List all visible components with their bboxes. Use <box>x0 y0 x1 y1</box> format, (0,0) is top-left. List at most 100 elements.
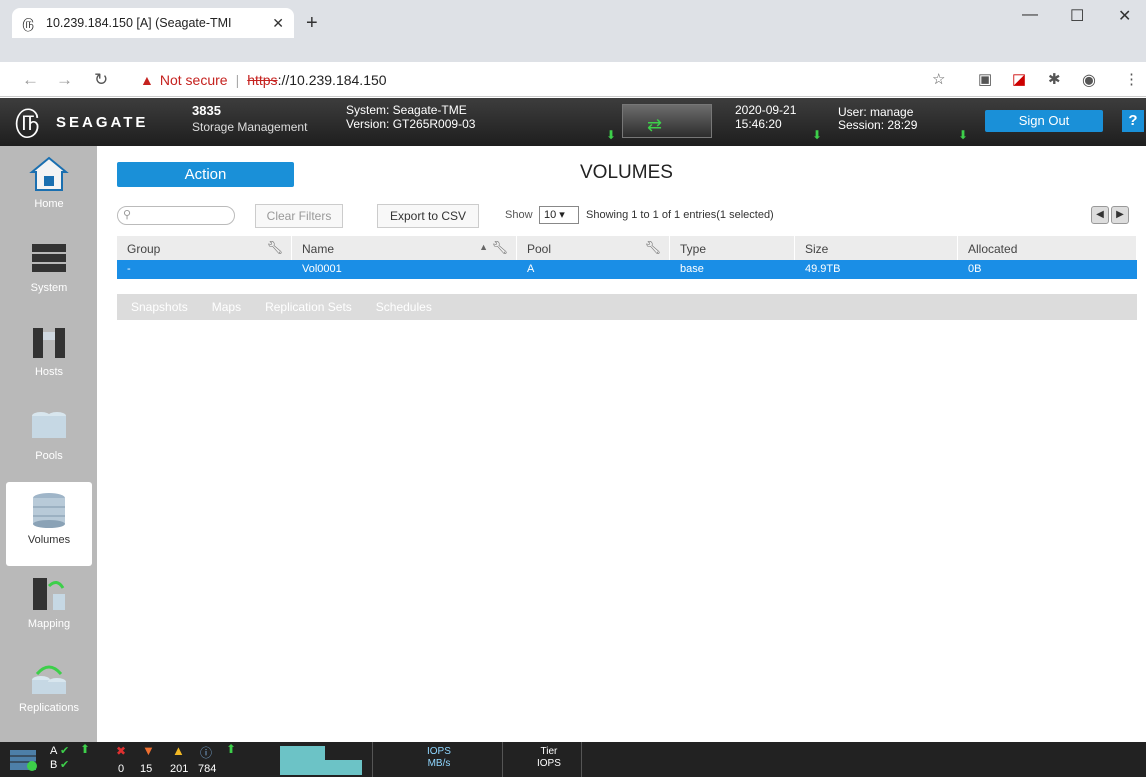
iops-panel[interactable]: IOPS MB/s <box>372 742 502 777</box>
sidebar-item-mapping[interactable]: Mapping <box>6 566 92 650</box>
firmware-version: Version: GT265R009-03 <box>346 117 476 131</box>
home-icon <box>29 156 69 191</box>
info-icon[interactable]: ⓘ <box>200 744 212 761</box>
filter-wrench-icon[interactable]: 🔧︎ <box>266 240 283 256</box>
status-bar: A B ✔ ✔ ⬆ ✖ 0 ▼ 15 ▲ 201 ⓘ 784 ⬆ IOPS MB… <box>0 742 1146 777</box>
sidebar-item-pools[interactable]: Pools <box>6 398 92 482</box>
enclosure-status-icon[interactable] <box>10 748 40 772</box>
action-button[interactable]: Action <box>117 162 294 187</box>
date-time[interactable]: 2020-09-21 15:46:20 <box>735 103 796 131</box>
url-scheme: https <box>247 72 278 88</box>
sidebar-item-label: Home <box>34 198 64 210</box>
profile-icon[interactable]: ◉ <box>1082 70 1096 90</box>
table-row[interactable]: - Vol0001 A base 49.9TB 0B <box>117 260 1137 279</box>
filter-wrench-icon[interactable]: 🔧︎ <box>644 240 661 256</box>
page-title: VOLUMES <box>580 162 673 183</box>
warning-icon: ▲ <box>140 72 154 88</box>
close-tab-icon[interactable]: ✕ <box>272 15 284 32</box>
controller-b-ok-icon[interactable]: ✔ <box>60 758 69 771</box>
detail-tabs: Snapshots Maps Replication Sets Schedule… <box>117 294 1137 320</box>
tab-maps[interactable]: Maps <box>212 300 241 314</box>
volumes-icon <box>33 493 65 528</box>
pager: ◀ ▶ <box>1091 206 1131 224</box>
new-tab-button[interactable]: + <box>306 12 318 35</box>
column-header-size[interactable]: Size <box>795 236 958 260</box>
menu-kebab-icon[interactable]: ⋮ <box>1124 70 1139 88</box>
cell-name: Vol0001 <box>302 263 342 275</box>
sidebar-item-system[interactable]: System <box>6 230 92 314</box>
close-window-button[interactable]: ✕ <box>1118 6 1131 26</box>
time: 15:46:20 <box>735 117 782 131</box>
tier-iops-panel[interactable]: Tier IOPS <box>502 742 582 777</box>
sidebar-item-volumes[interactable]: Volumes <box>6 482 92 566</box>
critical-icon[interactable]: ▼ <box>142 743 155 758</box>
sidebar-item-label: Volumes <box>27 534 71 546</box>
sidebar: Home System Hosts Pools Volumes Mapping … <box>0 146 97 742</box>
user-info[interactable]: User: manage Session: 28:29 <box>838 106 917 132</box>
user-dropdown-icon[interactable]: ⬇ <box>958 128 968 142</box>
cell-group: - <box>127 263 131 275</box>
sidebar-item-home[interactable]: Home <box>6 146 92 230</box>
column-header-pool[interactable]: Pool 🔧︎ <box>517 236 670 260</box>
capacity-chart[interactable] <box>280 744 362 775</box>
system-info[interactable]: System: Seagate-TME Version: GT265R009-0… <box>346 103 475 131</box>
sidebar-item-replications[interactable]: Replications <box>6 650 92 734</box>
sidebar-item-hosts[interactable]: Hosts <box>6 314 92 398</box>
volumes-table: Group 🔧︎ Name ▲ 🔧︎ Pool 🔧︎ Type Size All… <box>117 236 1137 279</box>
bookmark-star-icon[interactable]: ☆ <box>932 70 945 88</box>
controller-b-label: B <box>50 759 58 771</box>
sign-out-button[interactable]: Sign Out <box>985 110 1103 132</box>
tab-title: 10.239.184.150 [A] (Seagate-TMI <box>46 16 232 30</box>
app-header: ௫ SEAGATE 3835 Storage Management System… <box>0 98 1146 146</box>
info-count: 784 <box>198 763 217 775</box>
hosts-icon <box>33 328 65 358</box>
sort-ascending-icon: ▲ <box>479 242 488 252</box>
warning-count: 201 <box>170 763 189 775</box>
browser-tabbar: ௫ 10.239.184.150 [A] (Seagate-TMI ✕ + — … <box>0 0 1146 62</box>
column-header-group[interactable]: Group 🔧︎ <box>117 236 292 260</box>
tab-schedules[interactable]: Schedules <box>376 300 432 314</box>
forward-icon[interactable]: → <box>56 70 73 90</box>
seagate-logo-icon: ௫ <box>14 104 41 137</box>
pocket-extension-icon[interactable]: ▣ <box>978 70 992 88</box>
not-secure-label[interactable]: Not secure <box>160 72 228 88</box>
next-page-icon[interactable]: ▶ <box>1111 206 1129 224</box>
system-dropdown-icon[interactable]: ⬇ <box>606 128 616 142</box>
column-header-name[interactable]: Name ▲ 🔧︎ <box>292 236 517 260</box>
tab-replication-sets[interactable]: Replication Sets <box>265 300 352 314</box>
cell-pool: A <box>527 263 535 275</box>
enclosure-image[interactable]: ⇄ <box>622 104 712 138</box>
capacity-bar-2 <box>325 760 362 775</box>
pdf-extension-icon[interactable]: ◪ <box>1012 70 1026 88</box>
maximize-button[interactable]: ☐ <box>1070 6 1084 26</box>
replications-icon <box>32 665 66 694</box>
tab-snapshots[interactable]: Snapshots <box>131 300 188 314</box>
error-icon[interactable]: ✖ <box>116 744 126 758</box>
previous-page-icon[interactable]: ◀ <box>1091 206 1109 224</box>
show-label: Show <box>505 209 533 221</box>
reload-icon[interactable]: ↻ <box>94 70 108 90</box>
search-input[interactable]: ⚲ <box>117 206 235 225</box>
main-panel: Action VOLUMES ⚲ Clear Filters Export to… <box>97 146 1146 742</box>
cell-size: 49.9TB <box>805 263 841 275</box>
system-enclosure-icon <box>32 244 66 272</box>
pools-icon <box>32 412 66 438</box>
column-header-allocated[interactable]: Allocated <box>958 236 1137 260</box>
minimize-button[interactable]: — <box>1022 6 1038 24</box>
error-count: 0 <box>118 763 125 775</box>
controller-a-ok-icon[interactable]: ✔ <box>60 744 69 757</box>
warning-icon[interactable]: ▲ <box>172 743 185 758</box>
back-icon[interactable]: ← <box>22 70 39 90</box>
url-field[interactable]: ▲ Not secure | https ://10.239.184.150 <box>140 68 960 92</box>
export-csv-button[interactable]: Export to CSV <box>377 204 479 228</box>
browser-tab[interactable]: ௫ 10.239.184.150 [A] (Seagate-TMI ✕ <box>12 8 294 38</box>
sidebar-item-label: Hosts <box>34 366 64 378</box>
extensions-puzzle-icon[interactable]: ✱ <box>1048 70 1061 88</box>
clear-filters-button[interactable]: Clear Filters <box>255 204 343 228</box>
connection-arrow-icon: ⇄ <box>647 115 663 135</box>
datetime-dropdown-icon[interactable]: ⬇ <box>812 128 822 142</box>
page-size-select[interactable]: 10 ▾ <box>539 206 579 224</box>
filter-wrench-icon[interactable]: 🔧︎ <box>491 240 508 256</box>
help-button[interactable]: ? <box>1122 110 1144 132</box>
column-header-type[interactable]: Type <box>670 236 795 260</box>
